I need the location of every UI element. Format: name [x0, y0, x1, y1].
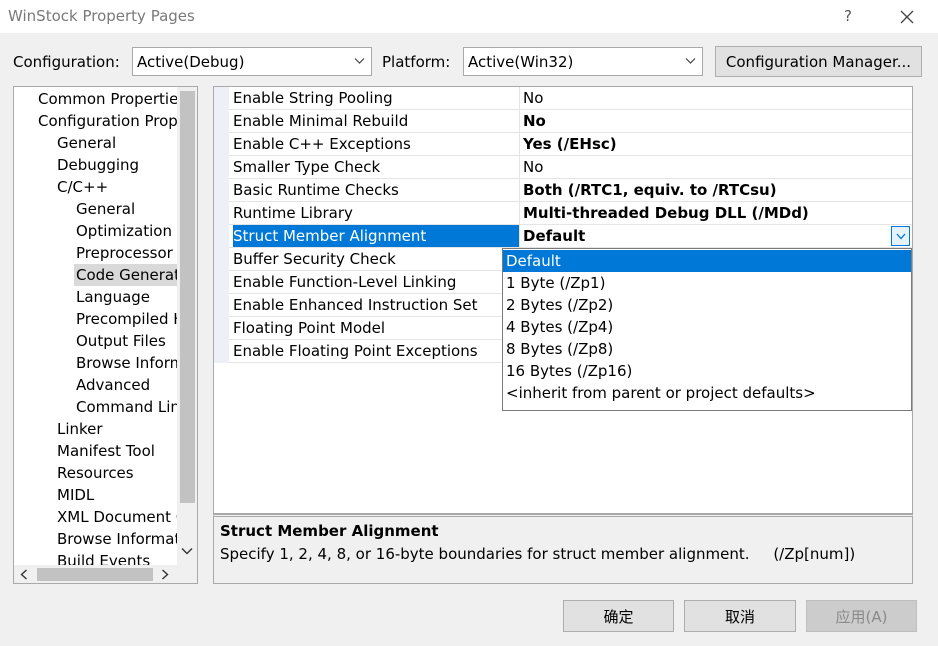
cancel-button[interactable]: 取消: [684, 600, 796, 632]
property-value[interactable]: No: [519, 110, 912, 132]
chevron-left-icon[interactable]: [20, 569, 28, 580]
tree-item[interactable]: Preprocessor: [74, 242, 177, 264]
property-name: Buffer Security Check: [233, 250, 396, 268]
configuration-manager-button[interactable]: Configuration Manager...: [715, 46, 922, 77]
tree-item[interactable]: Advanced: [74, 374, 177, 396]
grid-gutter: [214, 87, 229, 363]
property-value[interactable]: No: [519, 156, 912, 178]
tree-vertical-scrollbar[interactable]: [177, 87, 197, 565]
close-icon[interactable]: [894, 4, 920, 30]
property-value[interactable]: Both (/RTC1, equiv. to /RTCsu): [519, 179, 912, 201]
dropdown-option[interactable]: Default: [503, 250, 911, 272]
property-row[interactable]: Enable C++ Exceptions Yes (/EHsc): [229, 133, 912, 156]
property-value-text: Both (/RTC1, equiv. to /RTCsu): [523, 181, 777, 199]
configuration-combo[interactable]: Active(Debug): [132, 47, 372, 76]
dropdown-option[interactable]: 4 Bytes (/Zp4): [503, 316, 911, 338]
tree-item[interactable]: Output Files: [74, 330, 177, 352]
chevron-right-icon[interactable]: [161, 569, 169, 580]
property-name: Enable String Pooling: [233, 89, 393, 107]
tree-item[interactable]: Common Properties: [36, 88, 177, 110]
apply-button[interactable]: 应用(A): [806, 600, 917, 632]
property-value-text: Multi-threaded Debug DLL (/MDd): [523, 204, 809, 222]
tree-item[interactable]: MIDL: [55, 484, 177, 506]
tree-item[interactable]: Code Generation: [74, 264, 177, 286]
tree-item[interactable]: Browse Information: [55, 528, 177, 550]
ok-button[interactable]: 确定: [563, 600, 674, 632]
property-name: Enable Function-Level Linking: [233, 273, 457, 291]
chevron-down-icon: [896, 233, 905, 239]
title-bar: WinStock Property Pages ?: [0, 0, 938, 33]
property-name: Smaller Type Check: [233, 158, 381, 176]
platform-label: Platform:: [382, 53, 451, 71]
property-row[interactable]: Basic Runtime Checks Both (/RTC1, equiv. …: [229, 179, 912, 202]
property-value-text: No: [523, 89, 544, 107]
property-name: Enable Minimal Rebuild: [233, 112, 409, 130]
tree-item[interactable]: C/C++: [55, 176, 177, 198]
property-name: Runtime Library: [233, 204, 353, 222]
property-value[interactable]: Yes (/EHsc): [519, 133, 912, 155]
alignment-dropdown-list: Default 1 Byte (/Zp1) 2 Bytes (/Zp2) 4 Byte…: [502, 248, 912, 411]
scroll-thumb[interactable]: [37, 568, 153, 581]
property-tree: Common PropertiesConfiguration Propertie…: [13, 86, 198, 584]
property-value[interactable]: Multi-threaded Debug DLL (/MDd): [519, 202, 912, 224]
property-value[interactable]: No: [519, 87, 912, 109]
dropdown-button[interactable]: [891, 226, 910, 246]
property-value-text: No: [523, 158, 544, 176]
configuration-label: Configuration:: [13, 53, 120, 71]
scroll-thumb[interactable]: [180, 91, 195, 503]
tree-item[interactable]: Browse Information: [74, 352, 177, 374]
window-title: WinStock Property Pages: [8, 7, 195, 25]
dropdown-option[interactable]: 2 Bytes (/Zp2): [503, 294, 911, 316]
tree-item[interactable]: Optimization: [74, 220, 177, 242]
description-title: Struct Member Alignment: [220, 522, 439, 540]
property-value[interactable]: Default: [519, 225, 912, 247]
tree-item[interactable]: Resources: [55, 462, 177, 484]
property-name: Enable C++ Exceptions: [233, 135, 411, 153]
property-name: Struct Member Alignment: [233, 225, 519, 247]
description-panel: Struct Member Alignment Specify 1, 2, 4,…: [213, 514, 913, 584]
tree-horizontal-scrollbar[interactable]: [14, 565, 177, 583]
configuration-value: Active(Debug): [137, 52, 245, 71]
tree-item[interactable]: Manifest Tool: [55, 440, 177, 462]
description-text: Specify 1, 2, 4, 8, or 16-byte boundarie…: [220, 545, 856, 563]
tree-item[interactable]: Precompiled Headers: [74, 308, 177, 330]
scrollbar-corner: [177, 565, 197, 583]
tree-item[interactable]: XML Document Generator: [55, 506, 177, 528]
tree-item[interactable]: Debugging: [55, 154, 177, 176]
tree-item[interactable]: Linker: [55, 418, 177, 440]
property-row[interactable]: Enable String Pooling No: [229, 87, 912, 110]
property-value-text: Yes (/EHsc): [523, 135, 617, 153]
property-row[interactable]: Enable Minimal Rebuild No: [229, 110, 912, 133]
bottom-strip: [0, 640, 938, 646]
chevron-down-icon: [354, 58, 365, 64]
tree-item[interactable]: Language: [74, 286, 177, 308]
tree-item[interactable]: Command Line: [74, 396, 177, 418]
property-name: Basic Runtime Checks: [233, 181, 399, 199]
property-value-text: No: [523, 112, 546, 130]
property-row[interactable]: Smaller Type Check No: [229, 156, 912, 179]
platform-combo[interactable]: Active(Win32): [463, 47, 703, 76]
property-row[interactable]: Runtime Library Multi-threaded Debug DLL …: [229, 202, 912, 225]
dropdown-option[interactable]: 16 Bytes (/Zp16): [503, 360, 911, 382]
tree-item[interactable]: General: [74, 198, 177, 220]
property-name: Enable Enhanced Instruction Set: [233, 296, 478, 314]
chevron-down-icon: [685, 58, 696, 64]
tree-item[interactable]: General: [55, 132, 177, 154]
dropdown-option[interactable]: <inherit from parent or project defaults…: [503, 382, 911, 404]
dropdown-option[interactable]: 8 Bytes (/Zp8): [503, 338, 911, 360]
property-name: Floating Point Model: [233, 319, 386, 337]
tree-item[interactable]: Configuration Properties: [36, 110, 177, 132]
platform-value: Active(Win32): [468, 52, 574, 71]
property-row[interactable]: Struct Member Alignment Default: [229, 225, 912, 248]
dropdown-option[interactable]: 1 Byte (/Zp1): [503, 272, 911, 294]
chevron-down-icon[interactable]: [181, 547, 193, 555]
help-button[interactable]: ?: [836, 4, 860, 28]
property-value-text: Default: [523, 227, 586, 245]
property-name: Enable Floating Point Exceptions: [233, 342, 478, 360]
